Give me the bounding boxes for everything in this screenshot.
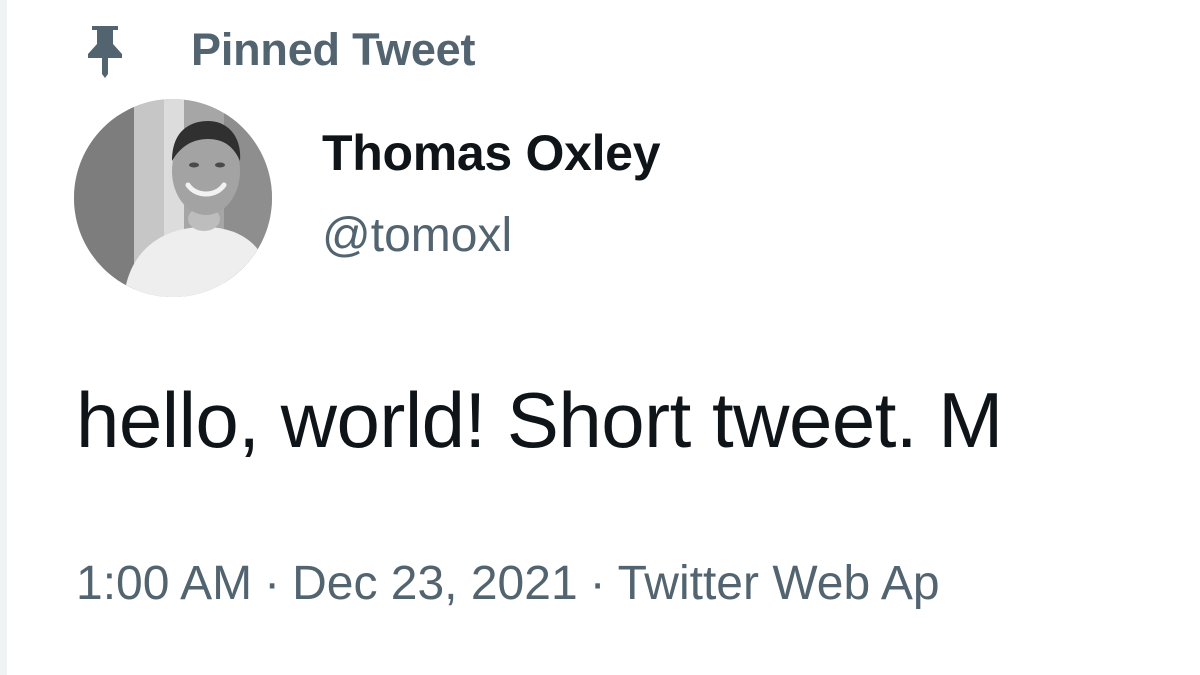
tweet-time[interactable]: 1:00 AM	[76, 557, 252, 610]
tweet-metadata: 1:00 AM · Dec 23, 2021 · Twitter Web Ap	[76, 556, 940, 611]
tweet-date[interactable]: Dec 23, 2021	[292, 557, 578, 610]
tweet-source[interactable]: Twitter Web Ap	[618, 557, 940, 610]
pinned-tweet-label: Pinned Tweet	[191, 24, 476, 75]
pinned-tweet-indicator: Pinned Tweet	[82, 22, 476, 78]
author-handle[interactable]: @tomoxl	[322, 208, 512, 263]
tweet-text: hello, world! Short tweet. M	[76, 376, 1003, 464]
meta-separator: ·	[589, 557, 606, 610]
author-display-name[interactable]: Thomas Oxley	[322, 124, 661, 182]
meta-separator: ·	[264, 557, 281, 610]
left-border	[0, 0, 7, 675]
pin-icon	[82, 22, 128, 78]
avatar[interactable]	[74, 99, 272, 297]
